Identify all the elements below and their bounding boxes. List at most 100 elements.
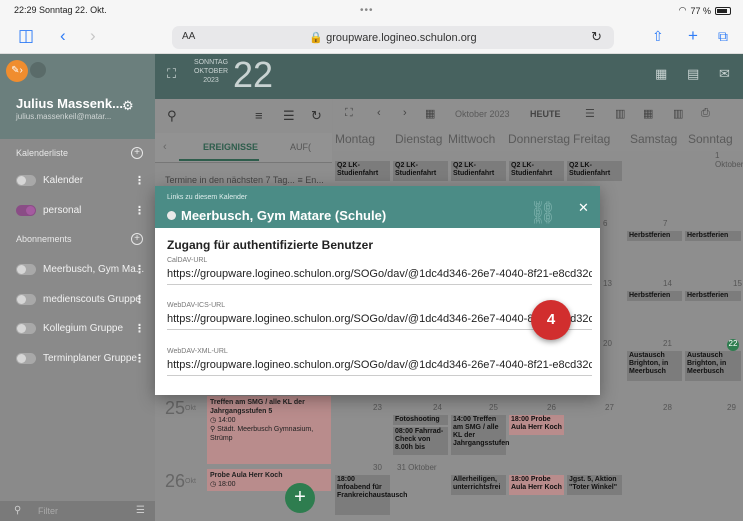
toggle-meerbusch[interactable]: [16, 264, 36, 275]
date-picker-icon[interactable]: ▦: [425, 107, 435, 120]
mail-icon[interactable]: ✉: [719, 66, 730, 82]
multi-column-icon[interactable]: ▥: [673, 107, 683, 120]
sidebar-header: ✎› Julius Massenk... julius.massenkeil@m…: [0, 54, 155, 139]
forward-icon[interactable]: ›: [90, 26, 96, 46]
event-probe[interactable]: 18:00 Probe Aula Herr Koch: [509, 475, 564, 495]
sidebar-item-kalender[interactable]: Kalender ⋮: [16, 173, 145, 189]
kebab-menu-icon[interactable]: ⋮: [134, 352, 145, 365]
weekday-sun: Sonntag: [688, 132, 733, 146]
event-fahrrad[interactable]: 08:00 Fahrrad-Check von 8.00h bis: [393, 427, 448, 455]
webdav-xml-url-field[interactable]: https://groupware.logineo.schulon.org/SO…: [167, 359, 592, 376]
sidebar-item-terminplaner[interactable]: Terminplaner Gruppe ⋮: [16, 351, 145, 367]
expand-icon[interactable]: ⛶: [345, 107, 353, 120]
reload-icon[interactable]: ↻: [591, 29, 602, 45]
event-austausch[interactable]: Austausch Brighton, in Meerbusch: [627, 351, 682, 381]
event-studienfahrt[interactable]: Q2 LK-Studienfahrt: [509, 161, 564, 181]
event-studienfahrt[interactable]: Q2 LK-Studienfahrt: [451, 161, 506, 181]
date-header: ⛶ SONNTAG OKTOBER 2023 22 ▦ ▤ ✉: [155, 54, 743, 99]
share-icon[interactable]: ⇧: [652, 26, 664, 46]
date-label: 23: [373, 403, 382, 412]
toggle-kalender[interactable]: [16, 175, 36, 186]
agenda-event[interactable]: Treffen am SMG / alle KL der Jahrgangsst…: [207, 396, 331, 464]
toggle-medienscouts[interactable]: [16, 294, 36, 305]
agenda-event[interactable]: Probe Aula Herr Koch ◷ 18:00: [207, 469, 331, 491]
toggle-kollegium[interactable]: [16, 323, 36, 334]
sort-icon[interactable]: ☰: [283, 108, 295, 124]
kebab-menu-icon[interactable]: ⋮: [134, 322, 145, 335]
chevron-left-icon[interactable]: ‹: [163, 141, 167, 153]
gear-icon[interactable]: ⚙: [122, 98, 134, 114]
filter-bar[interactable]: ⚲ Filter ☰: [0, 501, 155, 521]
inbox-icon[interactable]: ▤: [687, 66, 699, 82]
add-event-button[interactable]: +: [285, 483, 315, 513]
multitasking-dots[interactable]: •••: [360, 5, 374, 16]
filter-input[interactable]: Filter: [38, 506, 58, 516]
toggle-personal[interactable]: [16, 205, 36, 216]
kebab-menu-icon[interactable]: ⋮: [134, 263, 145, 276]
kebab-menu-icon[interactable]: ⋮: [134, 204, 145, 217]
add-subscription-icon[interactable]: +: [131, 233, 143, 245]
link-icon: ⛓: [529, 200, 557, 225]
webdav-ics-label: WebDAV-ICS-URL: [167, 302, 226, 309]
caldav-url-field[interactable]: https://groupware.logineo.schulon.org/SO…: [167, 268, 592, 285]
expand-icon[interactable]: ⛶: [167, 66, 176, 82]
kebab-menu-icon[interactable]: ⋮: [134, 293, 145, 306]
menu-icon[interactable]: ☰: [136, 505, 145, 516]
add-calendar-icon[interactable]: +: [131, 147, 143, 159]
weekday-wed: Mittwoch: [448, 132, 496, 146]
weekday-label: SONNTAG: [193, 59, 229, 66]
tabs-icon[interactable]: ⧉: [718, 26, 728, 46]
event-herbstferien[interactable]: Herbstferien: [627, 291, 682, 301]
sidebar-item-medienscouts[interactable]: medienscouts Gruppe ⋮: [16, 292, 145, 308]
refresh-icon[interactable]: ↻: [311, 108, 322, 124]
event-aktion[interactable]: Jgst. 5, Aktion "Toter Winkel": [567, 475, 622, 495]
event-herbstferien[interactable]: Herbstferien: [685, 291, 741, 301]
date-label: 7: [663, 219, 668, 228]
step-badge: 4: [531, 300, 571, 340]
sidebar-item-kollegium[interactable]: Kollegium Gruppe ⋮: [16, 321, 145, 337]
sidebar-toggle-icon[interactable]: ◫: [18, 26, 34, 46]
event-studienfahrt[interactable]: Q2 LK-Studienfahrt: [393, 161, 448, 181]
tab-events[interactable]: EREIGNISSE: [203, 142, 258, 152]
agenda-dow: Okt: [185, 478, 196, 485]
filter-icon[interactable]: ≡: [255, 108, 263, 123]
back-icon[interactable]: ‹: [60, 26, 66, 46]
toggle-terminplaner[interactable]: [16, 353, 36, 364]
event-probe[interactable]: 18:00 Probe Aula Herr Koch: [509, 415, 564, 435]
event-fotoshooting[interactable]: Fotoshooting: [393, 415, 448, 425]
today-button[interactable]: HEUTE: [530, 109, 561, 119]
event-allerheiligen[interactable]: Allerheiligen, unterrichtsfrei: [451, 475, 506, 495]
caldav-label: CalDAV-URL: [167, 257, 208, 264]
sidebar-item-personal[interactable]: personal ⋮: [16, 203, 145, 219]
event-treffen[interactable]: 14:00 Treffen am SMG / alle KL der Jahrg…: [451, 415, 509, 455]
weekday-sat: Samstag: [630, 132, 678, 146]
event-austausch[interactable]: Austausch Brighton, in Meerbusch: [685, 351, 741, 381]
event-infoabend[interactable]: 18:00 Infoabend für Frankreichaustausch: [335, 475, 407, 515]
chevron-right-icon[interactable]: ›: [403, 107, 407, 119]
sidebar-item-meerbusch[interactable]: Meerbusch, Gym Ma... ⋮: [16, 262, 145, 278]
dialog-header: Links zu diesem Kalender Meerbusch, Gym …: [155, 186, 600, 228]
avatar: [30, 62, 46, 78]
close-icon[interactable]: ✕: [578, 200, 589, 216]
event-herbstferien[interactable]: Herbstferien: [685, 231, 741, 241]
app-logo-icon[interactable]: ✎›: [6, 60, 28, 82]
kebab-menu-icon[interactable]: ⋮: [134, 174, 145, 187]
date-label: 26: [547, 403, 556, 412]
event-herbstferien[interactable]: Herbstferien: [627, 231, 682, 241]
upcoming-filter[interactable]: ≡ En...: [297, 175, 323, 185]
tab-tasks[interactable]: AUF(: [290, 142, 311, 152]
search-icon[interactable]: ⚲: [167, 108, 177, 124]
calendar-icon[interactable]: ▦: [655, 66, 667, 82]
event-studienfahrt[interactable]: Q2 LK-Studienfahrt: [567, 161, 622, 181]
chevron-left-icon[interactable]: ‹: [377, 107, 381, 119]
new-tab-icon[interactable]: +: [688, 26, 698, 46]
week-view-icon[interactable]: ▥: [615, 107, 625, 120]
print-icon[interactable]: ⎙: [701, 107, 710, 120]
address-bar[interactable]: AA 🔒 groupware.logineo.schulon.org ↻: [172, 26, 614, 49]
status-right: ◠ 77 %: [679, 5, 731, 16]
day-view-icon[interactable]: ☰: [585, 107, 595, 120]
webdav-ics-url-field[interactable]: https://groupware.logineo.schulon.org/SO…: [167, 313, 592, 330]
month-view-icon[interactable]: ▦: [643, 107, 653, 120]
event-studienfahrt[interactable]: Q2 LK-Studienfahrt: [335, 161, 390, 181]
date-label: 29: [727, 403, 736, 412]
